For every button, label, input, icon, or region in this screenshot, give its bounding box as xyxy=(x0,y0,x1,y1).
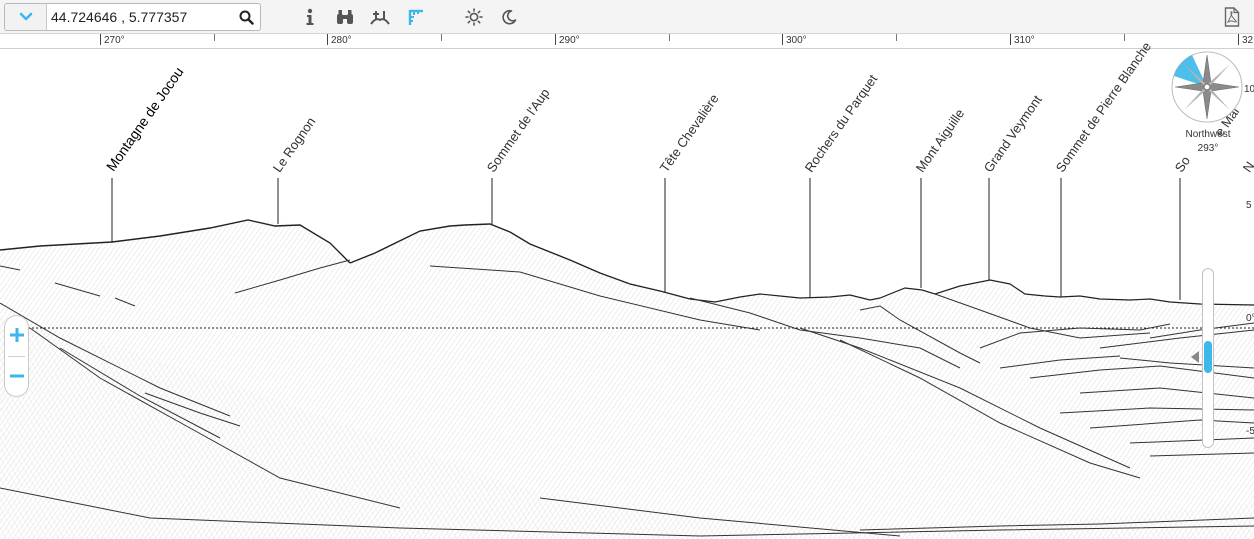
zoom-control xyxy=(4,315,29,397)
pdf-icon xyxy=(1224,7,1240,27)
elevation-label: 0° xyxy=(1246,313,1254,324)
panorama-terrain xyxy=(0,178,1254,539)
ruler-tick xyxy=(555,34,556,45)
binoculars-icon xyxy=(337,10,353,24)
elevation-label: 5 xyxy=(1246,200,1252,211)
location-dropdown-button[interactable] xyxy=(5,4,47,30)
toolbar xyxy=(0,0,1254,34)
ruler-tick xyxy=(669,34,670,41)
chevron-down-icon xyxy=(19,12,32,21)
ruler-tick xyxy=(1124,34,1125,41)
info-button[interactable] xyxy=(299,6,321,28)
elevation-label: 10 xyxy=(1244,84,1254,95)
ruler-tick xyxy=(214,34,215,41)
ruler-tick xyxy=(327,34,328,45)
minus-icon xyxy=(9,374,24,378)
elevation-label: -5 xyxy=(1246,426,1254,437)
elevation-slider-handle[interactable] xyxy=(1204,341,1212,373)
ruler-tick xyxy=(1238,34,1239,45)
search-icon xyxy=(239,10,254,25)
horizon-icon xyxy=(370,11,390,25)
ruler-tick xyxy=(100,34,101,45)
slider-pointer-icon xyxy=(1191,351,1199,363)
ruler-label-290: 290° xyxy=(559,35,580,46)
panorama-view[interactable]: Montagne de Jocou Le Rognon Sommet de l'… xyxy=(0,39,1254,539)
distance-icon xyxy=(408,9,423,25)
ruler-tick xyxy=(896,34,897,41)
ruler-tick xyxy=(1010,34,1011,45)
ruler-label-280: 280° xyxy=(331,35,352,46)
location-search-box xyxy=(4,3,261,31)
binoculars-button[interactable] xyxy=(334,6,356,28)
info-icon xyxy=(306,8,314,25)
ruler-label-270: 270° xyxy=(104,35,125,46)
ruler-tick xyxy=(441,34,442,41)
sun-button[interactable] xyxy=(463,6,485,28)
plus-icon xyxy=(9,328,24,342)
export-pdf-button[interactable] xyxy=(1221,6,1243,28)
azimuth-ruler: 270° 280° 290° 300° 310° 32 xyxy=(0,34,1254,49)
search-button[interactable] xyxy=(236,7,256,27)
ruler-tick xyxy=(782,34,783,45)
compass[interactable] xyxy=(1170,50,1244,124)
zoom-out-button[interactable] xyxy=(5,357,28,395)
ruler-label-300: 300° xyxy=(786,35,807,46)
compass-bearing: 293° xyxy=(1197,143,1219,154)
zoom-in-button[interactable] xyxy=(5,316,28,354)
moon-button[interactable] xyxy=(498,6,520,28)
compass-readout: Northwest 293° xyxy=(1168,128,1248,156)
horizon-button[interactable] xyxy=(369,6,391,28)
compass-rose-icon xyxy=(1171,51,1243,123)
sun-icon xyxy=(465,8,483,26)
location-input[interactable] xyxy=(51,7,231,27)
ruler-label-320: 32 xyxy=(1242,35,1254,46)
moon-icon xyxy=(502,9,517,25)
distance-button[interactable] xyxy=(405,6,427,28)
ruler-label-310: 310° xyxy=(1014,35,1035,46)
compass-direction: Northwest xyxy=(1185,129,1231,140)
